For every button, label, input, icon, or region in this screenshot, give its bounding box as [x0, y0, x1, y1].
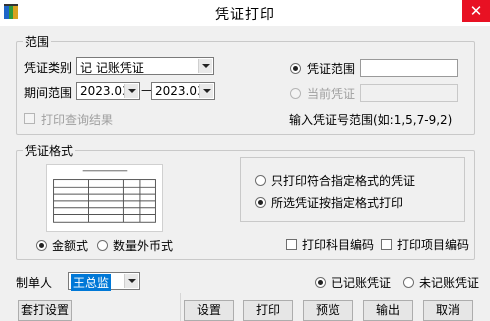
unposted-voucher-label: 未记账凭证 — [419, 276, 480, 290]
voucher-type-value: 记 记账凭证 — [80, 61, 144, 75]
period-to-value: 2023.03 — [155, 84, 205, 98]
print-subject-code-label: 打印科目编码 — [302, 238, 375, 252]
template-settings-button[interactable]: 套打设置 — [18, 300, 72, 321]
print-mode-box — [240, 157, 465, 222]
posted-voucher-radio[interactable] — [315, 277, 326, 288]
chevron-down-icon[interactable] — [199, 84, 213, 98]
print-query-checkbox[interactable] — [24, 113, 35, 124]
window-title: 凭证打印 — [215, 7, 275, 23]
range-legend: 范围 — [25, 35, 50, 49]
title-bar: 凭证打印 ✕ — [0, 0, 490, 26]
quantity-foreign-format-label: 数量外币式 — [113, 239, 174, 253]
close-button[interactable]: ✕ — [462, 0, 490, 22]
only-matching-label: 只打印符合指定格式的凭证 — [271, 174, 416, 188]
maker-label: 制单人 — [16, 276, 53, 290]
chevron-down-icon[interactable] — [198, 59, 212, 73]
only-matching-radio[interactable] — [255, 175, 266, 186]
preview-button[interactable]: 预览 — [303, 300, 353, 321]
print-subject-code-checkbox[interactable] — [286, 239, 297, 250]
cancel-button[interactable]: 取消 — [423, 300, 473, 321]
period-from-select[interactable]: 2023.03 — [76, 82, 140, 100]
amount-format-radio[interactable] — [36, 240, 47, 251]
print-item-code-label: 打印项目编码 — [397, 238, 470, 252]
print-query-label: 打印查询结果 — [41, 113, 114, 127]
range-hint: 输入凭证号范围(如:1,5,7-9,2) — [289, 113, 453, 127]
current-voucher-input[interactable] — [360, 84, 458, 102]
settings-button[interactable]: 设置 — [184, 300, 234, 321]
export-button[interactable]: 输出 — [363, 300, 413, 321]
selected-format-label: 所选凭证按指定格式打印 — [271, 196, 404, 210]
print-button[interactable]: 打印 — [243, 300, 293, 321]
voucher-range-radio[interactable] — [290, 63, 301, 74]
selected-format-radio[interactable] — [255, 197, 266, 208]
format-legend: 凭证格式 — [25, 144, 74, 158]
amount-format-label: 金额式 — [52, 239, 89, 253]
posted-voucher-label: 已记账凭证 — [331, 276, 392, 290]
current-voucher-label: 当前凭证 — [307, 87, 356, 101]
maker-select[interactable]: 王总监 — [68, 272, 140, 291]
period-label: 期间范围 — [24, 86, 73, 100]
unposted-voucher-radio[interactable] — [403, 277, 414, 288]
voucher-format-preview-icon — [46, 164, 163, 232]
chevron-down-icon[interactable] — [124, 274, 138, 288]
voucher-type-select[interactable]: 记 记账凭证 — [76, 57, 214, 75]
voucher-type-label: 凭证类别 — [24, 61, 73, 75]
quantity-foreign-format-radio[interactable] — [97, 240, 108, 251]
period-to-select[interactable]: 2023.03 — [151, 82, 215, 100]
button-separator — [180, 293, 181, 321]
print-item-code-checkbox[interactable] — [381, 239, 392, 250]
period-from-value: 2023.03 — [80, 84, 130, 98]
current-voucher-radio[interactable] — [290, 88, 301, 99]
maker-value: 王总监 — [71, 274, 112, 291]
voucher-range-input[interactable] — [360, 59, 458, 77]
voucher-range-label: 凭证范围 — [307, 62, 356, 76]
chevron-down-icon[interactable] — [124, 84, 138, 98]
